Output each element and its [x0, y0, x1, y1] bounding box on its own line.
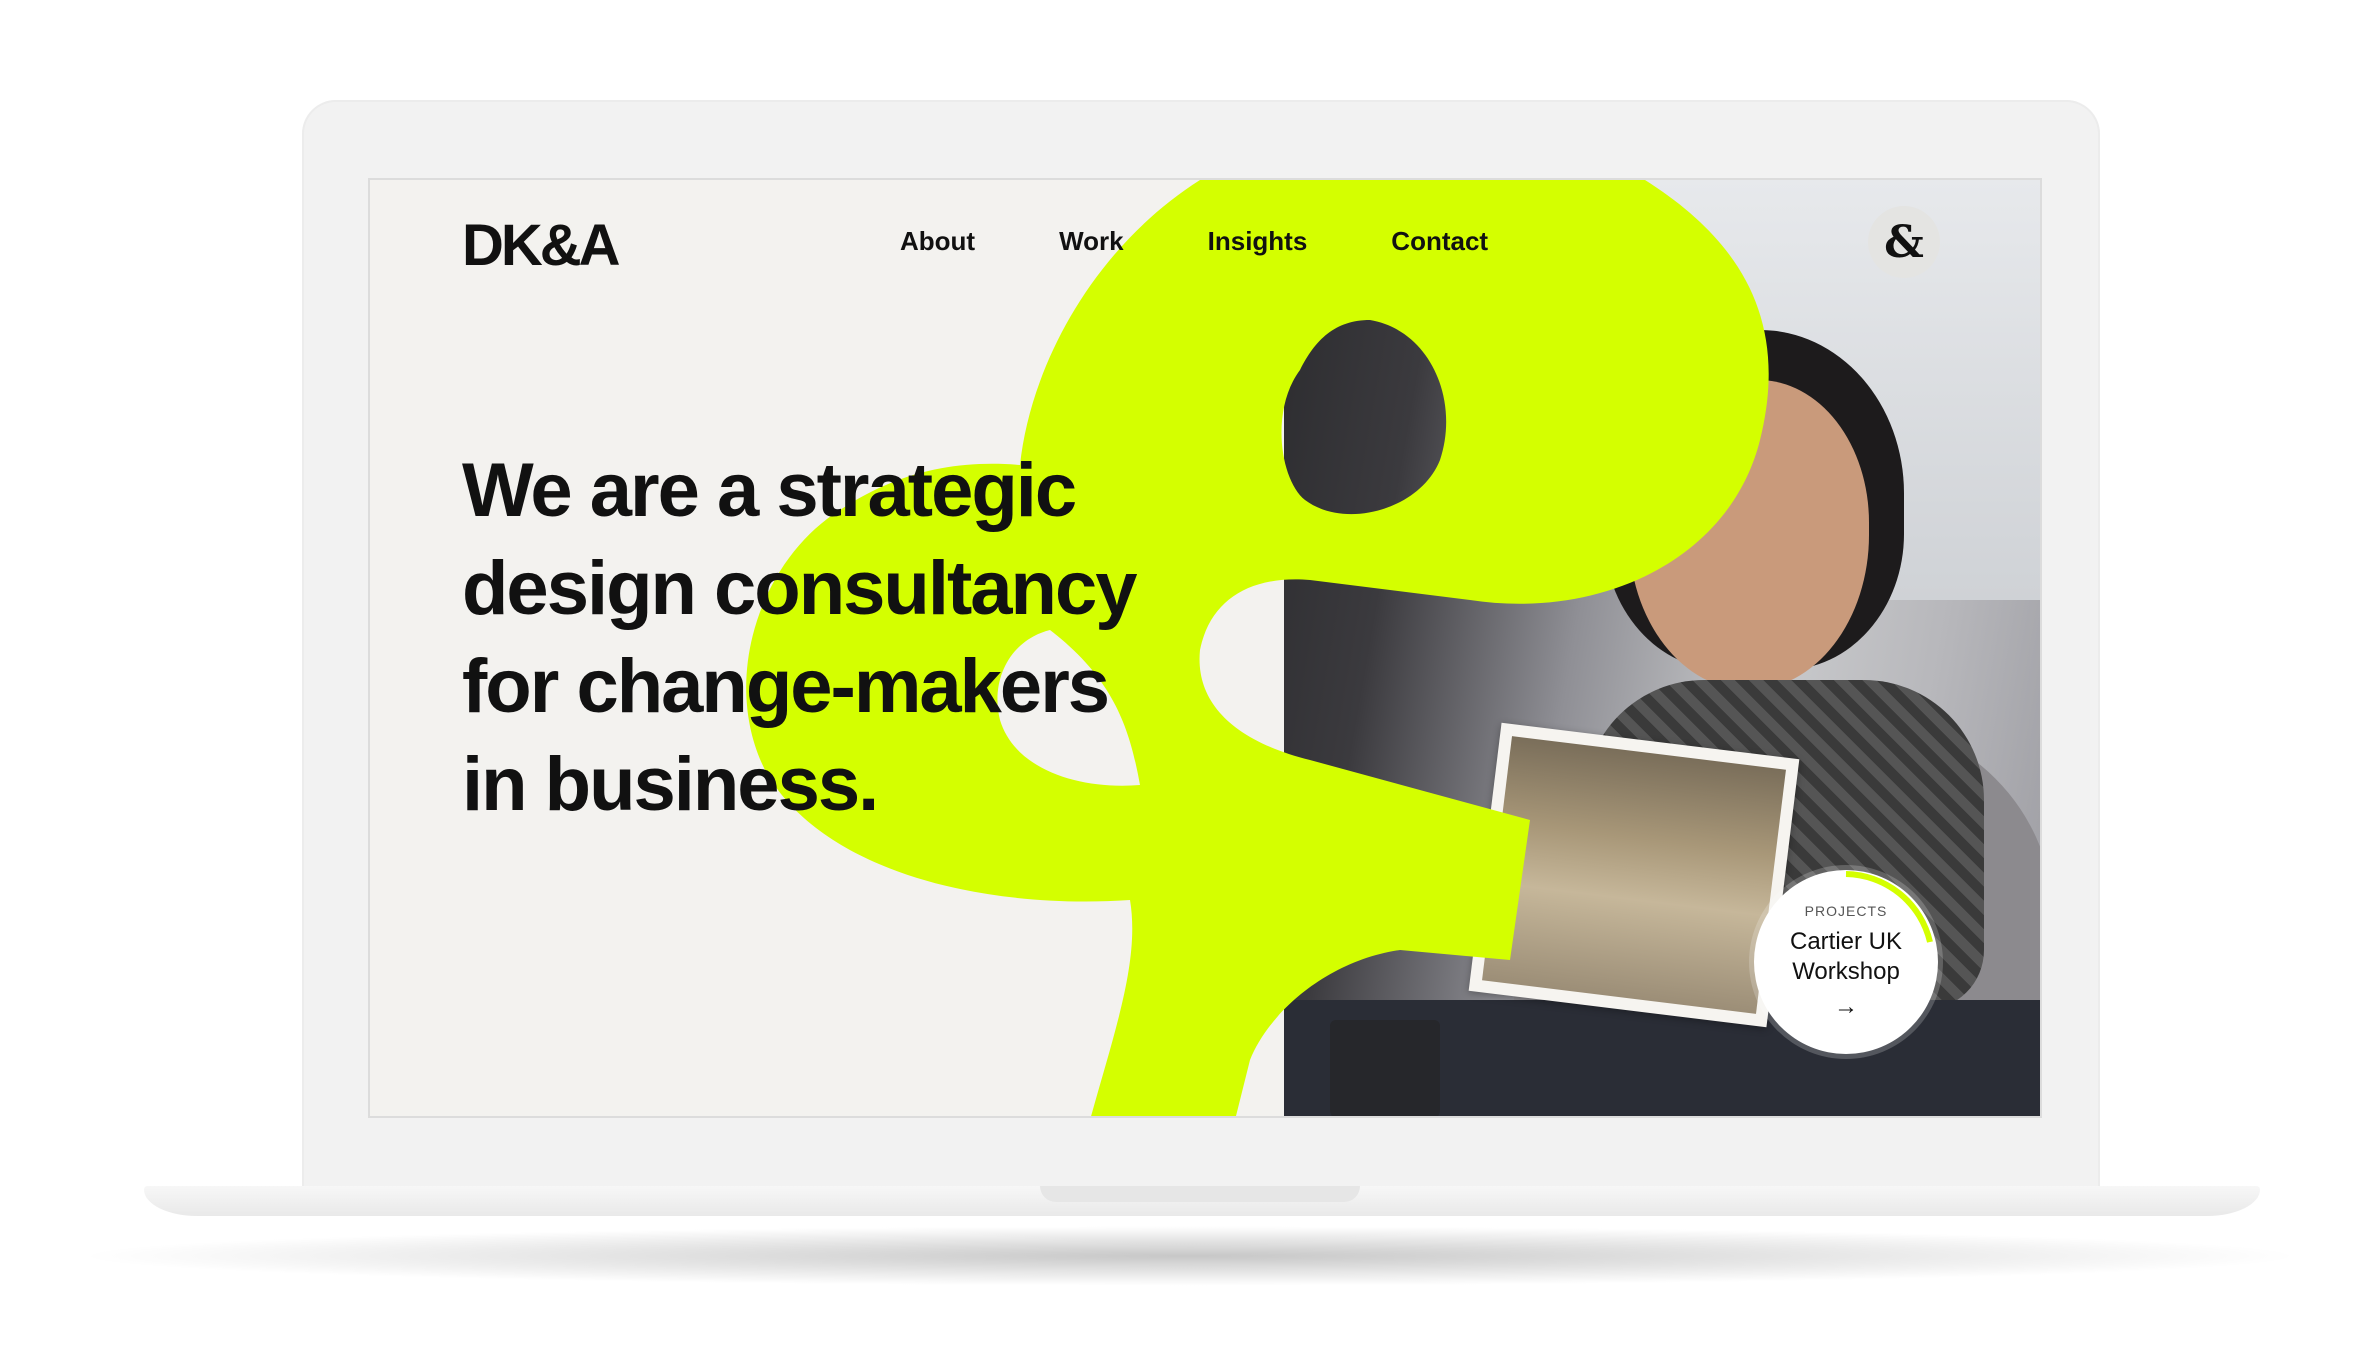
ampersand-icon: & — [1884, 216, 1924, 268]
headline-line-3-prefix: for — [462, 644, 577, 729]
headline-line-2: design consultancy — [462, 546, 1138, 631]
headline-line-1: We are a strategic — [462, 448, 1077, 533]
nav-insights[interactable]: Insights — [1208, 226, 1308, 257]
nav-work[interactable]: Work — [1059, 226, 1124, 257]
website-screen: DK&A About Work Insights Contact & We ar… — [368, 178, 2042, 1118]
hero-headline: We are a strategic design consultancy fo… — [462, 442, 1222, 834]
headline-line-4: in business. — [462, 742, 879, 827]
laptop-shadow — [70, 1226, 2310, 1286]
nav-contact[interactable]: Contact — [1391, 226, 1488, 257]
project-progress-ring — [1845, 871, 1933, 943]
nav-about[interactable]: About — [900, 226, 975, 257]
main-nav: About Work Insights Contact — [900, 226, 1572, 257]
headline-emphasis: change-makers — [576, 644, 1110, 729]
site-logo[interactable]: DK&A — [462, 212, 621, 279]
project-card[interactable]: PROJECTS Cartier UK Workshop → — [1754, 870, 1938, 1054]
headline-line-3: for change-makers — [462, 638, 1222, 736]
laptop-notch — [1040, 1186, 1360, 1202]
photo-mug — [1330, 1020, 1440, 1116]
menu-button[interactable]: & — [1868, 206, 1940, 278]
